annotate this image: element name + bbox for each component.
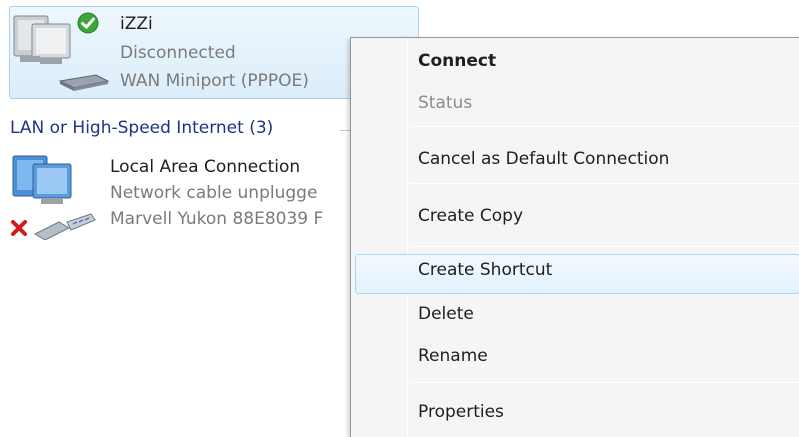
menu-item-create-copy[interactable]: Create Copy	[351, 200, 799, 234]
lan-name: Local Area Connection	[110, 157, 301, 177]
menu-item-rename[interactable]: Rename	[351, 340, 799, 374]
menu-item-cancel-default[interactable]: Cancel as Default Connection	[351, 143, 799, 177]
lan-status: Network cable unplugge	[110, 183, 318, 203]
network-computers-icon	[12, 155, 72, 204]
menu-separator	[409, 246, 799, 247]
menu-item-status: Status	[351, 87, 799, 121]
menu-item-properties-label: Properties	[418, 402, 504, 422]
menu-item-delete-label: Delete	[418, 304, 474, 324]
menu-separator	[409, 183, 799, 184]
menu-item-connect-label: Connect	[418, 51, 497, 71]
modem-icon	[58, 74, 110, 91]
menu-item-create-copy-label: Create Copy	[418, 206, 524, 226]
menu-item-properties[interactable]: Properties	[351, 396, 799, 430]
menu-item-status-label: Status	[418, 93, 473, 113]
menu-item-create-shortcut[interactable]: Create Shortcut	[355, 254, 799, 294]
menu-separator	[409, 126, 799, 127]
check-circle-icon	[77, 12, 99, 34]
izzi-status: Disconnected	[120, 43, 236, 63]
menu-item-cancel-default-label: Cancel as Default Connection	[418, 149, 670, 169]
group-header-lan[interactable]: LAN or High-Speed Internet (3)	[10, 118, 273, 138]
network-cable-icon	[33, 213, 96, 240]
menu-item-create-shortcut-label: Create Shortcut	[418, 260, 553, 280]
izzi-device: WAN Miniport (PPPOE)	[120, 71, 309, 91]
menu-item-rename-label: Rename	[418, 346, 488, 366]
context-menu: Connect Status Cancel as Default Connect…	[350, 37, 799, 437]
menu-separator	[409, 382, 799, 383]
menu-item-connect[interactable]: Connect	[351, 45, 799, 79]
connection-item-lan[interactable]: Local Area Connection Network cable unpl…	[9, 150, 354, 245]
izzi-name: iZZi	[120, 14, 153, 34]
lan-device: Marvell Yukon 88E8039 F	[110, 209, 324, 229]
menu-item-delete[interactable]: Delete	[351, 298, 799, 332]
red-x-icon	[11, 220, 27, 236]
